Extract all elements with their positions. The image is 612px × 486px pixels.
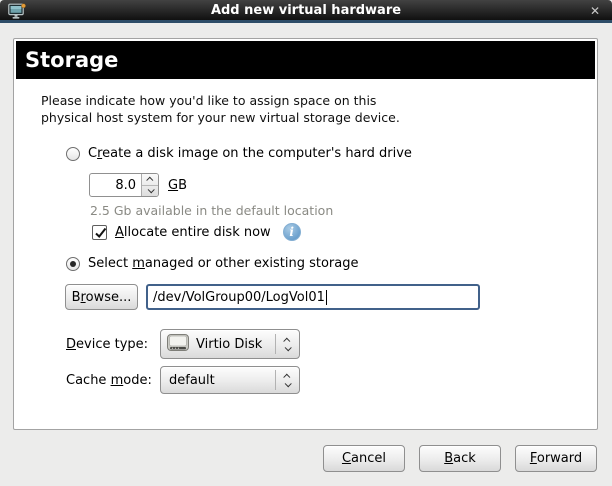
cache-mode-label: Cache mode: <box>66 373 152 388</box>
cancel-button[interactable]: Cancel <box>323 445 405 472</box>
intro-line-1: Please indicate how you'd like to assign… <box>41 92 400 109</box>
page-title: Storage <box>16 41 595 79</box>
cache-mode-select[interactable]: default <box>160 366 300 394</box>
close-icon[interactable]: ✕ <box>590 3 600 20</box>
spin-buttons <box>141 174 158 196</box>
browse-button[interactable]: Browse... <box>65 284 138 310</box>
space-available-note: 2.5 Gb available in the default location <box>90 203 333 218</box>
size-spinbox[interactable]: 8.0 <box>89 173 159 197</box>
spin-down-icon[interactable] <box>142 186 158 197</box>
intro-text: Please indicate how you'd like to assign… <box>41 92 400 126</box>
allocate-checkbox[interactable] <box>92 225 107 240</box>
monitor-icon <box>8 3 26 20</box>
titlebar: Add new virtual hardware ✕ <box>0 0 612 23</box>
device-type-select[interactable]: Virtio Disk <box>160 329 300 359</box>
create-disk-image-label: Create a disk image on the computer's ha… <box>88 146 412 161</box>
managed-storage-radio[interactable]: Select managed or other existing storage <box>66 256 359 271</box>
allocate-label: Allocate entire disk now <box>115 225 271 240</box>
intro-line-2: physical host system for your new virtua… <box>41 109 400 126</box>
managed-storage-label: Select managed or other existing storage <box>88 256 359 271</box>
device-type-label: Device type: <box>66 337 148 352</box>
storage-path-value: /dev/VolGroup00/LogVol01 <box>153 290 325 305</box>
chevron-updown-icon <box>276 374 299 387</box>
size-row: 8.0 GB <box>89 173 187 197</box>
info-icon: i <box>283 223 301 241</box>
create-disk-image-radio[interactable]: Create a disk image on the computer's ha… <box>66 146 412 161</box>
radio-icon[interactable] <box>66 147 80 161</box>
chevron-updown-icon <box>276 338 299 351</box>
device-type-value: Virtio Disk <box>196 337 262 352</box>
storage-path-input[interactable]: /dev/VolGroup00/LogVol01 <box>146 284 480 310</box>
radio-icon[interactable] <box>66 257 80 271</box>
add-hardware-dialog: Add new virtual hardware ✕ Storage Pleas… <box>0 0 612 486</box>
window-title: Add new virtual hardware <box>0 3 612 18</box>
size-unit-label: GB <box>168 178 187 193</box>
text-caret <box>326 290 327 305</box>
allocate-row: Allocate entire disk now i <box>92 223 301 241</box>
forward-button[interactable]: Forward <box>515 445 597 472</box>
cache-mode-value: default <box>169 373 215 388</box>
back-button[interactable]: Back <box>419 445 501 472</box>
size-value[interactable]: 8.0 <box>90 174 141 196</box>
spin-up-icon[interactable] <box>142 174 158 186</box>
disk-icon <box>167 334 189 355</box>
